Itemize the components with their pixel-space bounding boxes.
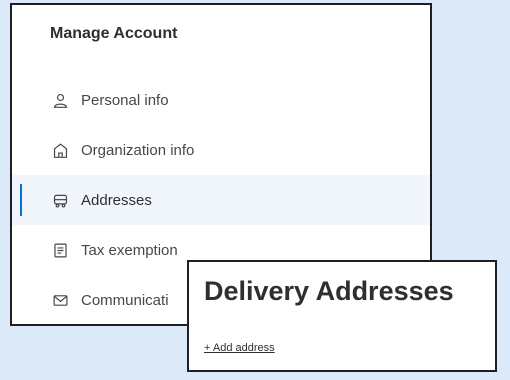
document-icon [52,242,69,259]
menu-item-label: Communicati [81,291,169,309]
menu-item-label: Tax exemption [81,241,178,259]
menu-item-organization-info[interactable]: Organization info [12,125,430,175]
add-address-link[interactable]: + Add address [204,342,275,354]
menu-item-label: Addresses [81,191,152,209]
menu-item-personal-info[interactable]: Personal info [12,75,430,125]
manage-account-title: Manage Account [50,25,178,42]
menu-item-label: Personal info [81,91,169,109]
mail-icon [52,292,69,309]
menu-item-label: Organization info [81,141,195,159]
delivery-addresses-title: Delivery Addresses [204,276,454,306]
person-icon [52,92,69,109]
delivery-addresses-panel: Delivery Addresses + Add address [187,260,497,372]
building-icon [52,142,69,159]
menu-item-addresses[interactable]: Addresses [12,175,430,225]
truck-icon [52,192,69,209]
